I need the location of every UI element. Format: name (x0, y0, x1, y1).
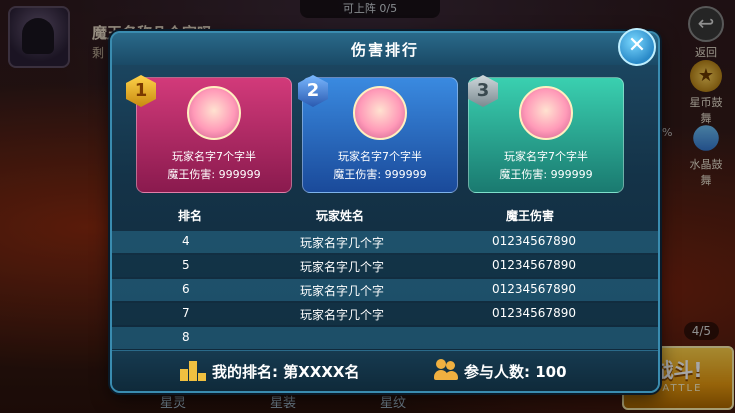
row-rank: 4 (182, 234, 190, 248)
player-name: 玩家名字7个字半 (172, 150, 256, 163)
row-damage: 01234567890 (492, 282, 576, 296)
row-name: 玩家名字几个字 (300, 284, 385, 298)
dialog-footer: 我的排名: 第XXXX名 参与人数: 100 (112, 350, 658, 391)
header-damage: 魔王伤害 (506, 209, 555, 223)
header-name: 玩家姓名 (316, 209, 365, 223)
player-damage: 魔王伤害: 999999 (167, 168, 261, 181)
player-damage: 魔王伤害: 999999 (333, 168, 427, 181)
podium-icon (180, 359, 206, 381)
rank-card-1[interactable]: 玩家名字7个字半 魔王伤害: 999999 (136, 77, 292, 193)
close-button[interactable]: ✕ (618, 28, 656, 66)
row-damage: 01234567890 (492, 258, 576, 272)
table-row: 4 玩家名字几个字 01234567890 (112, 231, 658, 253)
participant-count: 参与人数: 100 (464, 363, 567, 381)
row-rank: 8 (182, 330, 190, 344)
table-row: 7 玩家名字几个字 01234567890 (112, 303, 658, 325)
row-name: 玩家名字几个字 (300, 308, 385, 322)
dialog-title: 伤害排行 (350, 41, 419, 59)
row-rank: 5 (182, 258, 190, 272)
player-damage: 魔王伤害: 999999 (499, 168, 593, 181)
header-rank: 排名 (178, 209, 203, 223)
damage-ranking-dialog: 伤害排行 玩家名字7个字半 魔王伤害: 999999 玩家名字7个字半 魔王伤害… (110, 31, 660, 393)
row-name: 玩家名字几个字 (300, 260, 385, 274)
row-damage: 01234567890 (492, 306, 576, 320)
dialog-header: 伤害排行 (112, 33, 658, 65)
player-name: 玩家名字7个字半 (338, 150, 422, 163)
table-row: 6 玩家名字几个字 01234567890 (112, 279, 658, 301)
people-icon (434, 359, 458, 381)
player-name: 玩家名字7个字半 (504, 150, 588, 163)
row-name: 玩家名字几个字 (300, 236, 385, 250)
row-rank: 6 (182, 282, 190, 296)
close-icon: ✕ (627, 33, 647, 58)
row-rank: 7 (182, 306, 190, 320)
row-damage: 01234567890 (492, 234, 576, 248)
player-avatar (519, 86, 573, 140)
table-row: 8 (112, 327, 658, 349)
table-row: 5 玩家名字几个字 01234567890 (112, 255, 658, 277)
my-rank: 我的排名: 第XXXX名 (212, 363, 360, 381)
player-avatar (353, 86, 407, 140)
player-avatar (187, 86, 241, 140)
